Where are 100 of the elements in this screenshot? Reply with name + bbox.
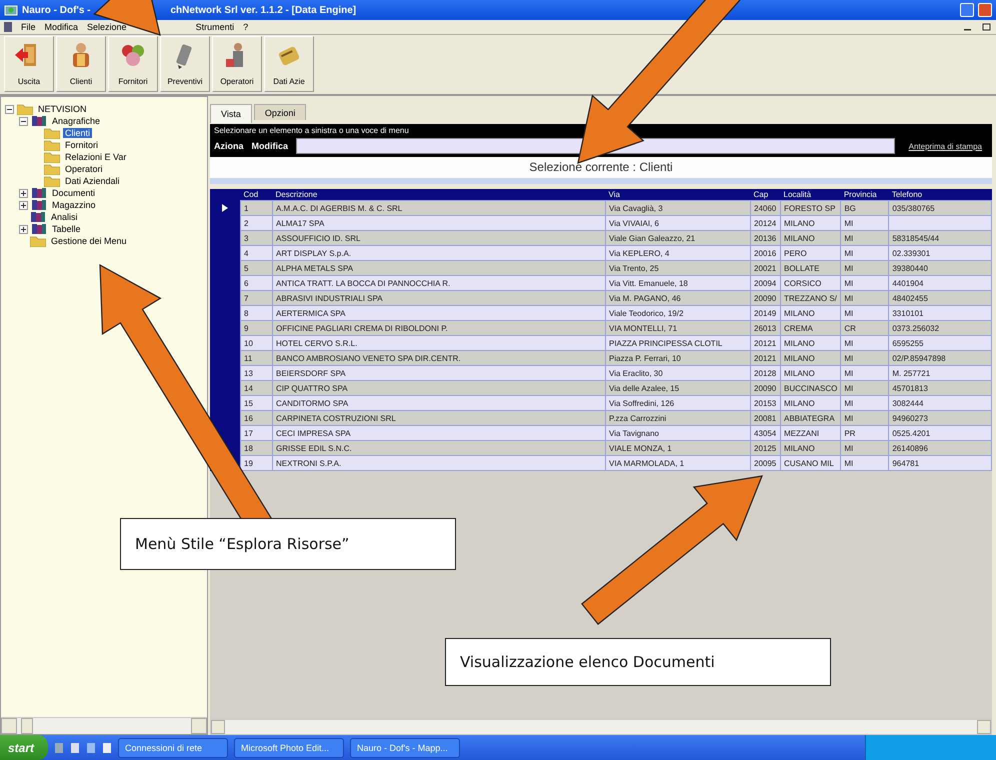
menu-item[interactable]: File xyxy=(21,22,36,32)
callout-label: Menù Stile “Esplora Risorse” xyxy=(120,518,456,570)
column-header[interactable]: Descrizione xyxy=(272,189,606,200)
table-cell: MILANO xyxy=(780,366,841,380)
table-cell: Piazza P. Ferrari, 10 xyxy=(606,350,750,366)
toolbar-button[interactable]: Dati Azie xyxy=(264,36,314,92)
table-cell: 58318545/44 xyxy=(888,230,992,246)
table-cell: MI xyxy=(840,456,889,470)
table-cell: Viale Teodorico, 19/2 xyxy=(606,306,750,320)
close-button[interactable] xyxy=(978,3,992,17)
tree-item[interactable]: Magazzino xyxy=(50,200,98,210)
table-cell: 20094 xyxy=(750,276,780,290)
table-cell: 20095 xyxy=(750,456,780,470)
table-cell: OFFICINE PAGLIARI CREMA DI RIBOLDONI P. xyxy=(272,320,606,336)
app-icon xyxy=(4,22,12,32)
tree-item[interactable]: Operatori xyxy=(63,164,105,174)
start-button[interactable]: start xyxy=(0,735,48,760)
table-cell: 45701813 xyxy=(888,380,992,396)
column-header[interactable]: Cap xyxy=(750,189,780,200)
tree-item[interactable]: Dati Aziendali xyxy=(63,176,122,186)
toolbar-button[interactable]: Operatori xyxy=(212,36,262,92)
print-preview-link[interactable]: Anteprima di stampa xyxy=(902,142,988,150)
menu-item[interactable]: Modifica xyxy=(44,22,78,32)
column-header[interactable]: Telefono xyxy=(888,189,992,200)
quick-launch-icon[interactable] xyxy=(102,742,112,754)
tree-item[interactable]: Anagrafiche xyxy=(50,116,102,126)
table-cell: CECI IMPRESA SPA xyxy=(272,426,606,440)
minimize-button[interactable] xyxy=(960,3,974,17)
table-cell: MILANO xyxy=(780,306,841,320)
tree-item[interactable]: Clienti xyxy=(63,128,92,138)
restore-icon[interactable] xyxy=(982,23,992,31)
edit-label[interactable]: Modifica xyxy=(252,141,288,151)
column-header[interactable]: Località xyxy=(780,189,841,200)
table-cell: Viale Gian Galeazzo, 21 xyxy=(606,230,750,246)
table-cell: TREZZANO S/ xyxy=(780,290,841,306)
quick-launch-icon[interactable] xyxy=(86,742,96,754)
column-header[interactable]: Provincia xyxy=(840,189,889,200)
menu-item[interactable]: ? xyxy=(243,22,248,32)
tab[interactable]: Opzioni xyxy=(254,104,306,120)
toolbar-button[interactable]: Fornitori xyxy=(108,36,158,92)
tree-item[interactable]: Analisi xyxy=(49,212,80,222)
table-cell: MILANO xyxy=(780,216,841,230)
table-cell: 19 xyxy=(240,456,272,470)
taskbar-button[interactable]: Nauro - Dof's - Mapp... xyxy=(350,738,460,758)
tree-item[interactable]: Documenti xyxy=(50,188,98,198)
collapse-icon[interactable] xyxy=(5,104,14,114)
input-field[interactable] xyxy=(296,138,895,154)
tree-item[interactable]: Relazioni E Var xyxy=(63,152,128,162)
table-cell: ANTICA TRATT. LA BOCCA DI PANNOCCHIA R. xyxy=(272,276,606,290)
table-cell: MI xyxy=(840,260,889,276)
table-cell: Via Vitt. Emanuele, 18 xyxy=(606,276,750,290)
table-cell: ABRASIVI INDUSTRIALI SPA xyxy=(272,290,606,306)
toolbar-button[interactable]: Clienti xyxy=(56,36,106,92)
table-cell: MI xyxy=(840,276,889,290)
column-header[interactable]: Cod xyxy=(240,189,272,200)
table-cell: 20016 xyxy=(750,246,780,260)
action-label[interactable]: Aziona xyxy=(214,141,244,151)
tree-item[interactable]: Fornitori xyxy=(63,140,100,150)
toolbar-button[interactable]: Uscita xyxy=(4,36,54,92)
table-cell: 20021 xyxy=(750,260,780,276)
table-cell: 964781 xyxy=(888,456,992,470)
collapse-icon[interactable] xyxy=(19,116,28,126)
table-cell: AERTERMICA SPA xyxy=(272,306,606,320)
table-cell: Via Cavaglià, 3 xyxy=(606,200,750,216)
table-cell: MI xyxy=(840,350,889,366)
taskbar-button[interactable]: Microsoft Photo Edit... xyxy=(234,738,344,758)
table-cell: 18 xyxy=(240,440,272,456)
table-cell: CUSANO MIL xyxy=(780,456,841,470)
table-cell: Via Soffredini, 126 xyxy=(606,396,750,410)
tree-item[interactable]: Gestione dei Menu xyxy=(49,236,129,246)
expand-icon[interactable] xyxy=(19,224,28,234)
menu-item[interactable]: Strumenti xyxy=(196,22,234,32)
table-cell: 02/P.85947898 xyxy=(888,350,992,366)
table-cell: 4 xyxy=(240,246,272,260)
column-header[interactable]: Via xyxy=(606,189,750,200)
table-cell: CORSICO xyxy=(780,276,841,290)
table-cell: 02.339301 xyxy=(888,246,992,260)
tree-item[interactable]: Tabelle xyxy=(50,224,83,234)
toolbar-button[interactable]: Preventivi xyxy=(160,36,210,92)
table-cell: Via KEPLERO, 4 xyxy=(606,246,750,260)
table-cell: 6 xyxy=(240,276,272,290)
horizontal-scrollbar[interactable] xyxy=(1,717,207,734)
table-cell: MILANO xyxy=(780,350,841,366)
table-cell: 3310101 xyxy=(888,306,992,320)
table-cell: CR xyxy=(840,320,889,336)
table-cell: MILANO xyxy=(780,336,841,350)
horizontal-scrollbar[interactable] xyxy=(210,719,992,735)
table-cell: MI xyxy=(840,230,889,246)
table-cell: VIALE MONZA, 1 xyxy=(606,440,750,456)
table-cell: CIP QUATTRO SPA xyxy=(272,380,606,396)
expand-icon[interactable] xyxy=(19,200,28,210)
tab[interactable]: Vista xyxy=(210,104,252,123)
table-cell: ASSOUFFICIO ID. SRL xyxy=(272,230,606,246)
quick-launch-icon[interactable] xyxy=(70,742,80,754)
menu-item[interactable]: Selezione xyxy=(87,22,127,32)
table-cell: NEXTRONI S.P.A. xyxy=(272,456,606,470)
tree-item[interactable]: NETVISION xyxy=(36,104,89,114)
taskbar-button[interactable]: Connessioni di rete xyxy=(118,738,228,758)
table-cell: 3082444 xyxy=(888,396,992,410)
expand-icon[interactable] xyxy=(19,188,28,198)
